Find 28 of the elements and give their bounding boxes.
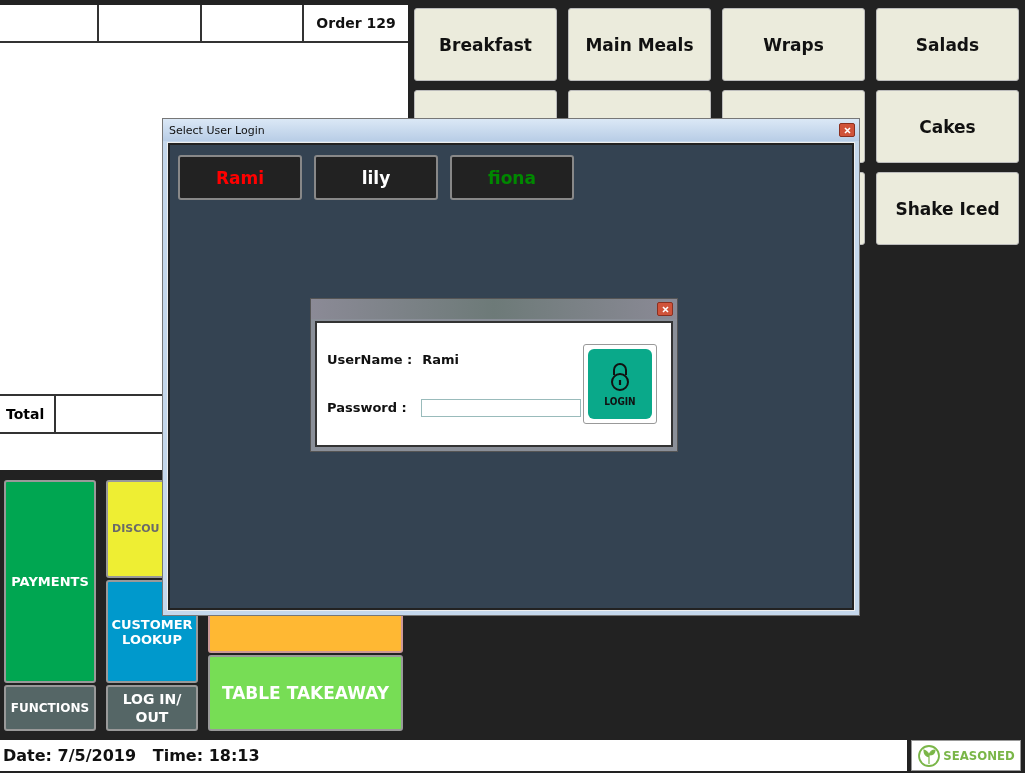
category-button[interactable]: Salads (876, 8, 1019, 81)
category-button[interactable]: Shake Iced (876, 172, 1019, 245)
close-icon (661, 305, 669, 313)
username-label: UserName : (327, 351, 413, 367)
user-button[interactable]: lily (314, 155, 438, 200)
action-button[interactable]: PAYMENTS (4, 480, 96, 683)
logo: SEASONED (911, 740, 1021, 771)
user-button[interactable]: Rami (178, 155, 302, 200)
password-field[interactable] (421, 398, 581, 417)
order-number: Order 129 (315, 14, 397, 33)
window-title: Select User Login (169, 123, 265, 137)
padlock-icon (610, 361, 630, 392)
leaf-icon (917, 743, 942, 768)
category-button[interactable]: Main Meals (568, 8, 711, 81)
username-value: Rami (422, 351, 460, 367)
password-label: Password : (327, 400, 408, 415)
category-button[interactable]: Cakes (876, 90, 1019, 163)
category-button[interactable]: Wraps (722, 8, 865, 81)
action-button[interactable]: FUNCTIONS (4, 685, 96, 731)
login-button[interactable]: LOGIN (583, 344, 657, 424)
action-button[interactable]: LOG IN/ OUT (106, 685, 198, 731)
close-button[interactable] (657, 302, 673, 316)
category-button[interactable]: Breakfast (414, 8, 557, 81)
user-button[interactable]: fiona (450, 155, 574, 200)
close-icon (843, 126, 851, 134)
close-button[interactable] (839, 123, 855, 137)
total-label: Total (0, 396, 56, 432)
date-time-text: Date: 7/5/2019 Time: 18:13 (0, 740, 907, 771)
